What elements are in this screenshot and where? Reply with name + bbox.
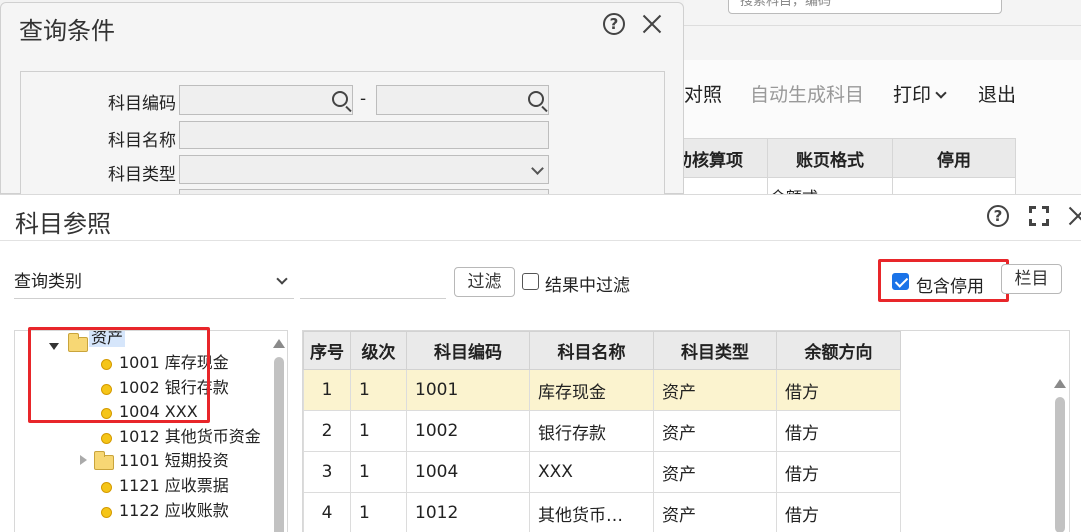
cell-name: 库存现金	[529, 369, 654, 411]
col-level[interactable]: 级次	[350, 331, 407, 370]
cell-name: XXX	[529, 451, 654, 493]
table-row[interactable]: 4 1 1012 其他货币… 资产 借方	[303, 492, 901, 532]
columns-button[interactable]: 栏目	[1001, 264, 1062, 294]
query-dialog-title: 查询条件	[19, 17, 115, 45]
col-code[interactable]: 科目编码	[406, 331, 530, 370]
background-col-page-format: 账页格式	[767, 138, 893, 178]
highlight-box	[878, 259, 1009, 302]
background-divider	[684, 25, 1081, 26]
print-menu-button[interactable]: 打印	[893, 80, 947, 107]
compare-button[interactable]: 对照	[684, 80, 722, 107]
background-search-placeholder: 搜索科目，编码	[740, 0, 832, 9]
subject-type-label: 科目类型	[108, 165, 176, 185]
cell-name: 银行存款	[529, 410, 654, 452]
subject-table-container: 序号 级次 科目编码 科目名称 科目类型 余额方向 1 1 1001 库存现金 …	[302, 330, 1070, 532]
cell-level: 1	[350, 369, 407, 411]
cell-seq: 2	[303, 410, 351, 452]
subject-reference-dialog: 科目参照 ? 查询类别 过滤 结果中过滤 包含停用 栏目 资产 1001 库存现…	[0, 194, 1081, 532]
maximize-icon[interactable]	[1029, 206, 1049, 226]
subject-name-label: 科目名称	[108, 131, 176, 151]
cell-seq: 3	[303, 451, 351, 493]
cell-name: 其他货币…	[529, 492, 654, 532]
background-cell: 余额式	[767, 178, 893, 194]
cell-type: 资产	[653, 369, 777, 411]
background-col-disabled: 停用	[892, 138, 1016, 178]
col-type[interactable]: 科目类型	[653, 331, 777, 370]
filter-button[interactable]: 过滤	[454, 267, 515, 297]
leaf-icon	[101, 507, 112, 518]
cell-type: 资产	[653, 451, 777, 493]
help-icon[interactable]: ?	[987, 205, 1009, 227]
cell-code: 1002	[406, 410, 530, 452]
leaf-icon	[101, 482, 112, 493]
search-icon[interactable]	[528, 91, 544, 107]
scroll-up-icon[interactable]	[273, 339, 285, 348]
col-direction[interactable]: 余额方向	[776, 331, 901, 370]
exit-button[interactable]: 退出	[978, 80, 1016, 107]
background-cell	[892, 178, 1016, 194]
table-row[interactable]: 3 1 1004 XXX 资产 借方	[303, 451, 901, 493]
expand-icon[interactable]	[80, 455, 87, 465]
cell-code: 1004	[406, 451, 530, 493]
cell-direction: 借方	[776, 410, 901, 452]
scroll-up-icon[interactable]	[1054, 379, 1066, 388]
highlight-box	[28, 327, 210, 423]
query-category-value: 查询类别	[14, 272, 82, 292]
subject-type-select[interactable]	[179, 155, 549, 184]
cell-code: 1012	[406, 492, 530, 532]
cell-level: 1	[350, 492, 407, 532]
auto-generate-button[interactable]: 自动生成科目	[750, 80, 864, 107]
col-name[interactable]: 科目名称	[529, 331, 654, 370]
dialog-title: 科目参照	[15, 210, 111, 238]
filter-in-result-label: 结果中过滤	[545, 276, 630, 296]
cell-seq: 4	[303, 492, 351, 532]
tree-node[interactable]: 1101 短期投资	[119, 449, 229, 473]
help-icon[interactable]: ?	[603, 13, 625, 35]
table-row[interactable]: 2 1 1002 银行存款 资产 借方	[303, 410, 901, 452]
chevron-down-icon	[531, 162, 544, 175]
cell-level: 1	[350, 410, 407, 452]
query-category-select[interactable]: 查询类别	[14, 265, 294, 299]
print-label: 打印	[893, 84, 932, 106]
col-seq[interactable]: 序号	[303, 331, 351, 370]
tree-scrollbar[interactable]	[274, 357, 284, 532]
chevron-down-icon	[935, 87, 947, 99]
cell-direction: 借方	[776, 369, 901, 411]
folder-icon	[94, 451, 114, 470]
dialog-header: 科目参照 ?	[0, 195, 1081, 241]
cell-level: 1	[350, 451, 407, 493]
close-icon[interactable]	[641, 13, 663, 35]
cell-direction: 借方	[776, 492, 901, 532]
subject-code-label: 科目编码	[108, 94, 176, 114]
filter-in-result-checkbox[interactable]	[522, 273, 539, 290]
range-separator: -	[360, 89, 367, 109]
background-cell-text: 余额式	[770, 184, 818, 194]
close-icon[interactable]	[1067, 205, 1081, 227]
cell-direction: 借方	[776, 451, 901, 493]
subject-name-input[interactable]	[179, 121, 549, 149]
tree-node[interactable]: 1122 应收账款	[119, 499, 229, 523]
filter-input[interactable]	[300, 265, 446, 299]
table-row[interactable]: 1 1 1001 库存现金 资产 借方	[303, 369, 901, 411]
cell-seq: 1	[303, 369, 351, 411]
table-scrollbar[interactable]	[1055, 397, 1065, 532]
subject-code-from-input[interactable]	[179, 85, 353, 115]
cell-type: 资产	[653, 410, 777, 452]
tree-node[interactable]: 1012 其他货币资金	[119, 425, 261, 449]
subject-code-to-input[interactable]	[376, 85, 549, 115]
tree-node[interactable]: 1121 应收票据	[119, 474, 229, 498]
cell-code: 1001	[406, 369, 530, 411]
table-header-row: 序号 级次 科目编码 科目名称 科目类型 余额方向	[303, 331, 901, 370]
subject-table: 序号 级次 科目编码 科目名称 科目类型 余额方向 1 1 1001 库存现金 …	[303, 331, 901, 532]
chevron-down-icon	[276, 273, 288, 285]
cell-type: 资产	[653, 492, 777, 532]
leaf-icon	[101, 433, 112, 444]
search-icon[interactable]	[332, 91, 348, 107]
